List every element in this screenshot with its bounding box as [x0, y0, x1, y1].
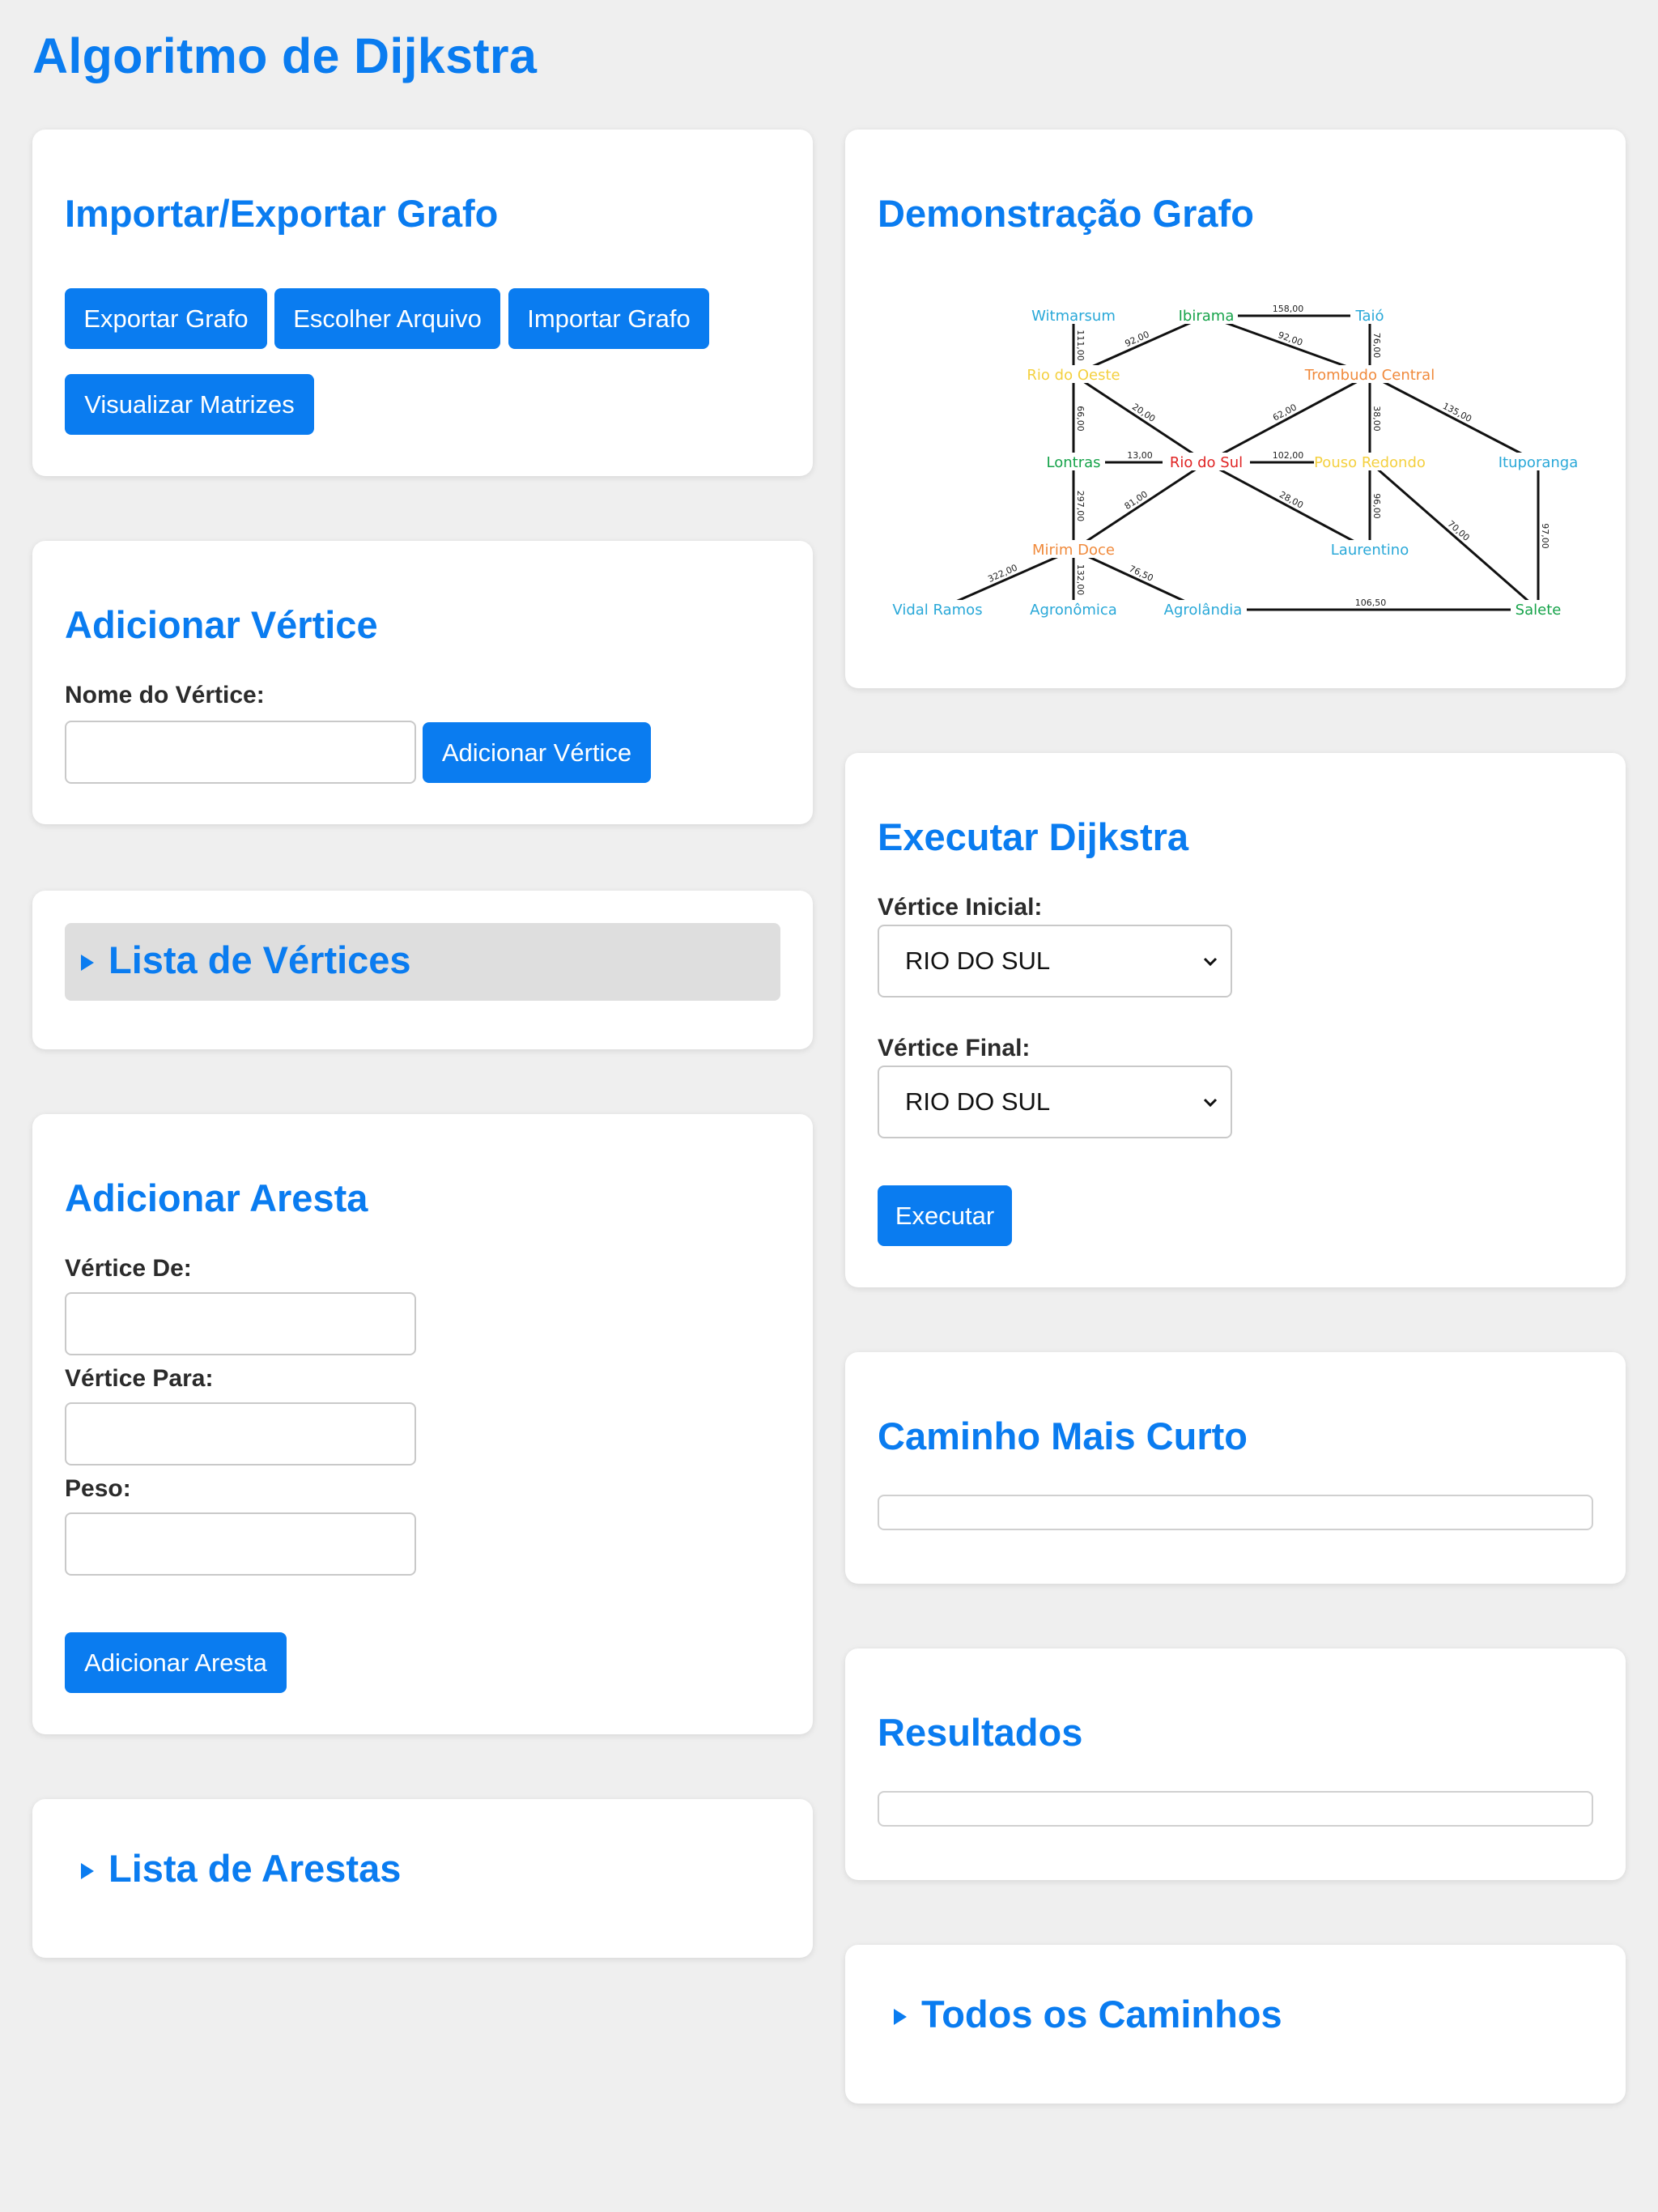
results-output: [878, 1791, 1593, 1827]
add-edge-button[interactable]: Adicionar Aresta: [65, 1632, 287, 1693]
graph-edge-riooeste-riodosul: [1073, 373, 1207, 464]
graph-node-riodosul: Rio do Sul: [1170, 454, 1243, 471]
graph-node-witmarsum: Witmarsum: [1031, 308, 1116, 325]
graph-edge-weight: 297,00: [1075, 491, 1086, 522]
vertex-list-summary: Lista de Vértices: [108, 938, 411, 981]
start-vertex-label: Vértice Inicial:: [878, 894, 1043, 921]
expand-triangle-icon: [81, 954, 94, 971]
vertex-name-label: Nome do Vértice:: [65, 682, 265, 708]
graph-edge-weight: 106,50: [1355, 598, 1387, 608]
expand-triangle-icon: [81, 1862, 94, 1879]
graph-edge-trombudo-riodosul: [1205, 373, 1371, 464]
graph-node-laurentino: Laurentino: [1331, 542, 1409, 559]
edge-list-summary: Lista de Arestas: [108, 1847, 402, 1890]
graph-edge-pouso-salete: [1369, 461, 1539, 611]
shortest-path-heading: Caminho Mais Curto: [878, 1414, 1248, 1457]
chevron-down-icon: [1203, 957, 1218, 967]
graph-node-lontras: Lontras: [1047, 454, 1101, 471]
graph-edge-weight: 97,00: [1540, 523, 1550, 549]
results-heading: Resultados: [878, 1711, 1083, 1754]
graph-node-trombudo: Trombudo Central: [1304, 367, 1435, 384]
execute-button[interactable]: Executar: [878, 1185, 1012, 1246]
graph-node-ituporanga: Ituporanga: [1499, 454, 1579, 471]
run-dijkstra-card: Executar Dijkstra Vértice Inicial: RIO D…: [845, 753, 1626, 1287]
graph-edge-weight: 102,00: [1273, 450, 1304, 461]
add-vertex-heading: Adicionar Vértice: [65, 603, 378, 646]
graph-node-ibirama: Ibirama: [1179, 308, 1235, 325]
page-title: Algoritmo de Dijkstra: [32, 28, 538, 83]
all-paths-summary: Todos os Caminhos: [921, 1993, 1282, 2035]
graph-edge-weight: 13,00: [1127, 450, 1153, 461]
view-matrices-button[interactable]: Visualizar Matrizes: [65, 374, 314, 435]
all-paths-toggle[interactable]: Todos os Caminhos: [894, 1992, 1282, 2036]
graph-node-taio: Taió: [1354, 308, 1384, 325]
graph-edge-weight: 38,00: [1371, 406, 1382, 432]
end-vertex-label: Vértice Final:: [878, 1035, 1031, 1061]
graph-edge-weight: 132,00: [1075, 564, 1086, 596]
edge-from-input[interactable]: [65, 1292, 416, 1355]
add-edge-card: Adicionar Aresta Vértice De: Vértice Par…: [32, 1114, 813, 1734]
graph-edge-weight: 158,00: [1273, 304, 1304, 314]
graph-node-pouso: Pouso Redondo: [1314, 454, 1426, 471]
graph-node-vidal: Vidal Ramos: [892, 602, 982, 619]
vertex-list-card: Lista de Vértices: [32, 891, 813, 1049]
edge-to-input[interactable]: [65, 1402, 416, 1465]
run-dijkstra-heading: Executar Dijkstra: [878, 815, 1189, 858]
import-export-heading: Importar/Exportar Grafo: [65, 192, 499, 235]
expand-triangle-icon: [894, 2008, 907, 2025]
graph-node-agrolandia: Agrolândia: [1164, 602, 1243, 619]
graph-edge-weight: 96,00: [1371, 493, 1382, 519]
shortest-path-output: [878, 1495, 1593, 1530]
add-vertex-card: Adicionar Vértice Nome do Vértice: Adici…: [32, 541, 813, 824]
end-vertex-select[interactable]: RIO DO SUL: [878, 1066, 1232, 1138]
graph-visualization: 158,00111,00 92,00 92,00 76,0020,0066,00 62,…: [890, 304, 1582, 619]
graph-demo-card: Demonstração Grafo 158,00 111,00 92,00 92,0…: [845, 130, 1626, 688]
graph-node-riooeste: Rio do Oeste: [1027, 367, 1120, 384]
results-card: Resultados: [845, 1648, 1626, 1880]
graph-node-salete: Salete: [1516, 602, 1562, 619]
chevron-down-icon: [1203, 1098, 1218, 1108]
vertex-name-input[interactable]: [65, 721, 416, 784]
edge-to-label: Vértice Para:: [65, 1365, 214, 1392]
graph-edge-weight: 66,00: [1075, 406, 1086, 432]
shortest-path-card: Caminho Mais Curto: [845, 1352, 1626, 1584]
graph-node-mirim: Mirim Doce: [1032, 542, 1115, 559]
import-graph-button[interactable]: Importar Grafo: [508, 288, 709, 349]
add-vertex-button[interactable]: Adicionar Vértice: [423, 722, 651, 783]
graph-edge-weight: 111,00: [1075, 330, 1086, 361]
graph-edge-riodosul-mirim: [1073, 461, 1207, 551]
choose-file-button[interactable]: Escolher Arquivo: [274, 288, 500, 349]
edge-list-card: Lista de Arestas: [32, 1799, 813, 1958]
edge-weight-label: Peso:: [65, 1475, 131, 1502]
import-export-card: Importar/Exportar Grafo Exportar Grafo E…: [32, 130, 813, 476]
graph-edge-trombudo-ituporanga: [1369, 373, 1539, 464]
start-vertex-select[interactable]: RIO DO SUL: [878, 925, 1232, 998]
all-paths-card: Todos os Caminhos: [845, 1945, 1626, 2104]
edge-list-toggle[interactable]: Lista de Arestas: [81, 1846, 401, 1891]
graph-edge-weight: 76,00: [1371, 333, 1382, 359]
edge-from-label: Vértice De:: [65, 1255, 192, 1282]
end-vertex-value: RIO DO SUL: [905, 1087, 1051, 1116]
graph-edge-riodosul-laurentino: [1205, 461, 1371, 551]
graph-node-agronomica: Agronômica: [1030, 602, 1117, 619]
vertex-list-summary-bar[interactable]: Lista de Vértices: [65, 923, 780, 1001]
start-vertex-value: RIO DO SUL: [905, 946, 1051, 975]
export-graph-button[interactable]: Exportar Grafo: [65, 288, 267, 349]
add-edge-heading: Adicionar Aresta: [65, 1176, 368, 1219]
edge-weight-input[interactable]: [65, 1512, 416, 1576]
